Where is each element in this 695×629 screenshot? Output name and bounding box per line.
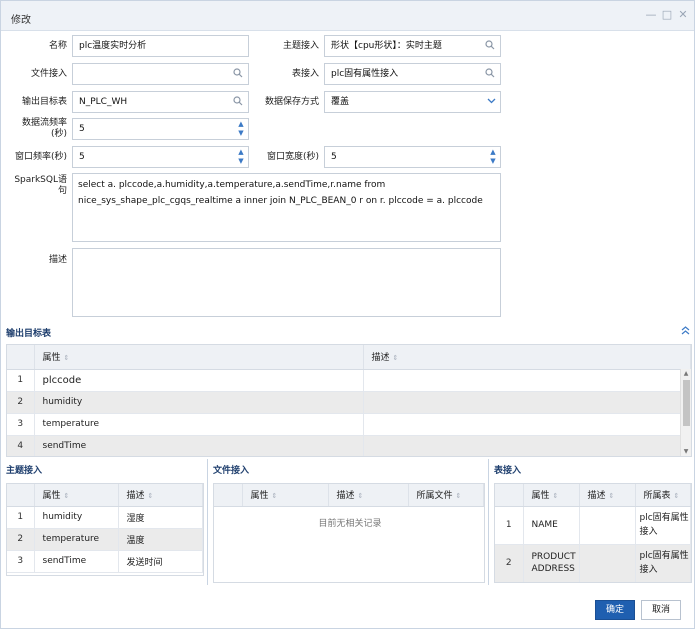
table-input[interactable]: plc固有属性接入 — [324, 63, 501, 85]
sort-icon[interactable]: ⇕ — [64, 492, 70, 500]
column-header-owner[interactable]: 所属表 ⇕ — [635, 484, 691, 507]
output-section-title: 输出目标表 — [6, 329, 52, 339]
scrollbar-thumb[interactable] — [683, 380, 690, 426]
window-width-value: 5 — [331, 152, 337, 162]
table-row[interactable]: 4 sendTime — [7, 435, 691, 456]
table-row[interactable]: 3 sendTime 发送时间 — [7, 550, 203, 573]
dialog-titlebar: 修改 — □ ✕ — [1, 1, 694, 31]
sort-icon[interactable]: ⇕ — [148, 492, 154, 500]
sort-icon[interactable]: ⇕ — [674, 492, 680, 500]
table-row[interactable]: 2 temperature 温度 — [7, 528, 203, 551]
save-mode-label: 数据保存方式 — [264, 97, 319, 107]
column-header-desc[interactable]: 描述 ⇕ — [328, 484, 409, 507]
panel-divider — [488, 459, 489, 585]
desc-label: 描述 — [48, 255, 67, 265]
topic-value: 形状【cpu形状】：实时主题 — [331, 41, 442, 51]
table-row[interactable]: 3 temperature — [7, 413, 691, 436]
window-freq-stepper[interactable]: 5 ▲ ▼ — [72, 146, 249, 168]
sort-icon[interactable]: ⇕ — [553, 492, 559, 500]
sql-textarea[interactable]: select a. plccode,a.humidity,a.temperatu… — [72, 173, 501, 242]
window-width-label: 窗口宽度(秒) — [266, 152, 319, 162]
table-section-title: 表接入 — [494, 466, 522, 476]
file-input[interactable] — [72, 63, 249, 85]
desc-textarea[interactable] — [72, 248, 501, 317]
empty-message: 目前无相关记录 — [318, 519, 382, 529]
output-input[interactable]: N_PLC_WH — [72, 91, 249, 113]
table-access-table: 属性 ⇕ 描述 ⇕ 所属表 ⇕ 1 NAME plc固有属性接入 2 PRODUCTA… — [494, 483, 692, 583]
search-icon[interactable] — [484, 68, 496, 80]
column-header-desc[interactable]: 描述 ⇕ — [579, 484, 636, 507]
table-header-row: 属性 ⇕ 描述 ⇕ 所属文件 ⇕ — [214, 484, 484, 507]
table-row[interactable]: 1 plccode — [7, 369, 691, 392]
table-row[interactable]: 2 PRODUCTADDRESS plc固有属性接入 — [495, 544, 691, 582]
name-label: 名称 — [48, 41, 67, 51]
dialog-title: 修改 — [11, 15, 31, 26]
column-header-attr[interactable]: 属性 ⇕ — [34, 345, 364, 370]
spin-up-icon[interactable]: ▲ — [236, 148, 246, 157]
output-table: 属性 ⇕ 描述 ⇕ 1 plccode 2 humidity 3 temperatu… — [6, 344, 692, 457]
stream-freq-value: 5 — [79, 124, 85, 134]
window-freq-value: 5 — [79, 152, 85, 162]
table-row[interactable]: 1 humidity 湿度 — [7, 506, 203, 529]
column-header-desc[interactable]: 描述 ⇕ — [363, 345, 691, 370]
search-icon[interactable] — [232, 68, 244, 80]
topic-label: 主题接入 — [282, 41, 319, 51]
file-label: 文件接入 — [30, 69, 67, 79]
stream-freq-stepper[interactable]: 5 ▲ ▼ — [72, 118, 249, 140]
table-header-row: 属性 ⇕ 描述 ⇕ 所属表 ⇕ — [495, 484, 691, 507]
edit-dialog: 修改 — □ ✕ 名称 plc温度实时分析 主题接入 形状【cpu形状】：实时主… — [0, 0, 695, 629]
chevron-down-icon[interactable] — [485, 96, 497, 108]
spin-down-icon[interactable]: ▼ — [236, 129, 246, 138]
maximize-icon[interactable]: □ — [661, 9, 673, 21]
sort-icon[interactable]: ⇕ — [609, 492, 615, 500]
stream-freq-label: 数据流频率(秒) — [21, 118, 67, 139]
sort-icon[interactable]: ⇕ — [456, 492, 462, 500]
spin-down-icon[interactable]: ▼ — [488, 157, 498, 166]
scroll-down-icon[interactable]: ▼ — [681, 447, 691, 456]
minimize-icon[interactable]: — — [645, 9, 657, 21]
table-label: 表接入 — [291, 69, 319, 79]
search-icon[interactable] — [232, 96, 244, 108]
save-mode-select[interactable]: 覆盖 — [324, 91, 501, 113]
sort-icon[interactable]: ⇕ — [272, 492, 278, 500]
column-header-attr[interactable]: 属性 ⇕ — [523, 484, 580, 507]
vertical-scrollbar[interactable]: ▲ ▼ — [680, 369, 691, 456]
collapse-icon[interactable] — [680, 326, 690, 336]
cancel-button[interactable]: 取消 — [641, 600, 681, 620]
table-header-row: 属性 ⇕ 描述 ⇕ — [7, 345, 691, 370]
spin-up-icon[interactable]: ▲ — [488, 148, 498, 157]
window-width-stepper[interactable]: 5 ▲ ▼ — [324, 146, 501, 168]
scroll-up-icon[interactable]: ▲ — [681, 369, 691, 379]
topic-table: 属性 ⇕ 描述 ⇕ 1 humidity 湿度 2 temperature 温度 3… — [6, 483, 204, 576]
spin-down-icon[interactable]: ▼ — [236, 157, 246, 166]
search-icon[interactable] — [484, 40, 496, 52]
sql-label: SparkSQL语句 — [14, 175, 67, 196]
column-header-desc[interactable]: 描述 ⇕ — [118, 484, 203, 507]
ok-button[interactable]: 确定 — [595, 600, 635, 620]
table-row[interactable]: 2 humidity — [7, 391, 691, 414]
name-input[interactable]: plc温度实时分析 — [72, 35, 249, 57]
output-value: N_PLC_WH — [79, 97, 128, 107]
spin-up-icon[interactable]: ▲ — [236, 120, 246, 129]
topic-section-title: 主题接入 — [6, 466, 43, 476]
file-section-title: 文件接入 — [213, 466, 250, 476]
name-value: plc温度实时分析 — [79, 41, 147, 51]
save-mode-value: 覆盖 — [331, 97, 350, 107]
column-header-attr[interactable]: 属性 ⇕ — [34, 484, 119, 507]
sort-icon[interactable]: ⇕ — [358, 492, 364, 500]
table-row[interactable]: 1 NAME plc固有属性接入 — [495, 506, 691, 545]
table-value: plc固有属性接入 — [331, 69, 399, 79]
sort-icon[interactable]: ⇕ — [64, 354, 70, 362]
window-freq-label: 窗口频率(秒) — [14, 152, 67, 162]
column-header-file[interactable]: 所属文件 ⇕ — [408, 484, 484, 507]
column-header-attr[interactable]: 属性 ⇕ — [242, 484, 329, 507]
panel-divider — [207, 459, 208, 585]
table-header-row: 属性 ⇕ 描述 ⇕ — [7, 484, 203, 507]
file-table: 属性 ⇕ 描述 ⇕ 所属文件 ⇕ 目前无相关记录 — [213, 483, 485, 583]
sort-icon[interactable]: ⇕ — [393, 354, 399, 362]
topic-input[interactable]: 形状【cpu形状】：实时主题 — [324, 35, 501, 57]
output-label: 输出目标表 — [21, 97, 67, 107]
close-icon[interactable]: ✕ — [677, 9, 689, 21]
